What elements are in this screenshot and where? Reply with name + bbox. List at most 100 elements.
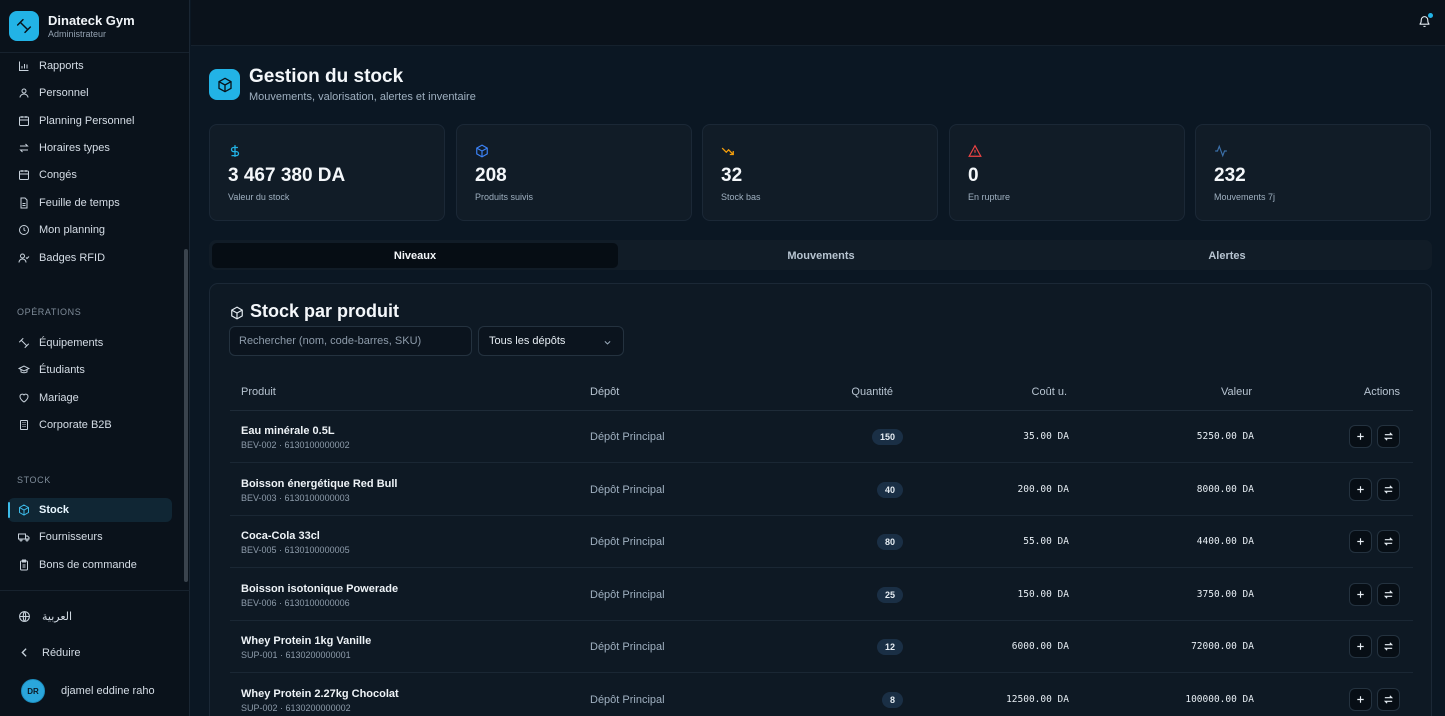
card-title: Stock par produit (250, 301, 400, 321)
sidebar-item-conges[interactable]: Congés (8, 163, 172, 187)
column-header-valeur: Valeur (1221, 386, 1252, 398)
product-sku: BEV-005 · 6130100000005 (241, 545, 350, 555)
tab-niveaux[interactable]: Niveaux (212, 243, 618, 268)
swap-icon (1383, 432, 1394, 441)
sidebar-item-etudiants[interactable]: Étudiants (8, 358, 172, 382)
sidebar-item-mariage[interactable]: Mariage (8, 386, 172, 410)
building-icon (20, 420, 28, 430)
transfer-stock-button[interactable] (1377, 425, 1400, 448)
sidebar-item-personnel[interactable]: Personnel (8, 81, 172, 105)
depot-select[interactable]: Tous les dépôts (478, 326, 624, 356)
add-stock-button[interactable] (1349, 582, 1372, 606)
add-stock-button[interactable] (1349, 425, 1372, 448)
notification-dot (1428, 13, 1433, 18)
collapse-sidebar-button[interactable]: Réduire (18, 646, 81, 659)
product-name: Whey Protein 1kg Vanille (241, 635, 372, 647)
swap-icon (1383, 589, 1394, 599)
sidebar-item-label: Congés (39, 169, 77, 181)
tab-mouvements[interactable]: Mouvements (618, 243, 1024, 268)
sidebar-nav: Rapports Personnel Planning Personnel Ho… (0, 53, 190, 590)
heart-icon (19, 393, 29, 403)
column-header-quantite: Quantité (851, 386, 893, 398)
add-stock-button[interactable] (1349, 530, 1372, 553)
product-sku: SUP-001 · 6130200000001 (241, 650, 351, 660)
product-sku: BEV-006 · 6130100000006 (241, 597, 350, 608)
sidebar-item-mon-planning[interactable]: Mon planning (8, 218, 172, 242)
sidebar-scrollbar[interactable] (184, 249, 188, 582)
quantity-badge: 25 (876, 586, 903, 603)
add-stock-button[interactable] (1349, 477, 1372, 501)
dumbbell-icon (9, 11, 39, 41)
trending-down-icon (721, 147, 734, 156)
product-name: Eau minérale 0.5L (241, 425, 335, 437)
sidebar-item-label: Mariage (39, 392, 79, 404)
brand[interactable]: Dinateck Gym Administrateur (0, 0, 189, 53)
swap-icon (1383, 537, 1394, 546)
table-row[interactable]: Coca-Cola 33cl BEV-005 · 6130100000005 Dép… (230, 516, 1413, 568)
plus-icon (1357, 590, 1364, 598)
page-subtitle: Mouvements, valorisation, alertes et inv… (249, 91, 476, 103)
transfer-stock-button[interactable] (1377, 635, 1400, 658)
sidebar-item-bons-de-commande[interactable]: Bons de commande (8, 553, 172, 577)
sidebar-item-equipements[interactable]: Équipements (8, 331, 172, 355)
truck-icon (18, 533, 30, 542)
quantity-badge: 150 (871, 429, 903, 445)
product-name: Coca-Cola 33cl (241, 530, 320, 542)
sidebar-item-stock[interactable]: Stock (8, 498, 172, 522)
product-sku: BEV-002 · 6130100000002 (241, 440, 350, 450)
quantity-badge: 40 (876, 481, 903, 498)
transfer-stock-button[interactable] (1377, 477, 1400, 501)
transfer-stock-button[interactable] (1377, 687, 1400, 711)
table-row[interactable]: Whey Protein 2.27kg Chocolat SUP-002 · 61… (230, 674, 1413, 716)
sidebar-item-label: Étudiants (39, 364, 85, 376)
kpi-label: Mouvements 7j (1214, 192, 1276, 202)
product-depot: Dépôt Principal (590, 483, 665, 496)
unit-cost: 12500.00 DA (1006, 693, 1069, 705)
topbar (191, 0, 1445, 46)
kpi-value: 3 467 380 DA (228, 165, 346, 186)
search-input[interactable] (229, 326, 472, 356)
dumbbell-icon (18, 337, 30, 349)
section-label-stock: STOCK (17, 475, 51, 485)
transfer-stock-button[interactable] (1377, 530, 1400, 553)
kpi-label: Stock bas (721, 192, 761, 202)
kpi-label: Valeur du stock (228, 192, 290, 202)
transfer-stock-button[interactable] (1377, 582, 1400, 606)
table-row[interactable]: Whey Protein 1kg Vanille SUP-001 · 613020… (230, 621, 1413, 673)
table-row[interactable]: Eau minérale 0.5L BEV-002 · 6130100000002… (230, 411, 1413, 463)
sidebar-item-label: Mon planning (39, 224, 106, 236)
sidebar-item-badges-rfid[interactable]: Badges RFID (8, 246, 172, 270)
table-row[interactable]: Boisson énergétique Red Bull BEV-003 · 61… (230, 464, 1413, 516)
calendar-icon (19, 170, 29, 180)
sidebar-item-rapports[interactable]: Rapports (8, 54, 172, 78)
swap-icon (1383, 484, 1394, 494)
kpi-card-mouvements-7j: 232 Mouvements 7j (1195, 124, 1431, 221)
unit-cost: 150.00 DA (1017, 588, 1069, 600)
sidebar-item-label: Planning Personnel (39, 115, 135, 127)
product-depot: Dépôt Principal (590, 588, 665, 601)
kpi-card-en-rupture: 0 En rupture (949, 124, 1185, 221)
stock-value: 100000.00 DA (1185, 693, 1254, 705)
user-profile[interactable]: DR djamel eddine raho (21, 679, 155, 703)
sidebar-item-fournisseurs[interactable]: Fournisseurs (8, 525, 172, 549)
tab-alertes[interactable]: Alertes (1024, 243, 1430, 268)
stock-value: 4400.00 DA (1196, 536, 1254, 547)
stock-value: 3750.00 DA (1196, 588, 1254, 600)
table-row[interactable]: Boisson isotonique Powerade BEV-006 · 613… (230, 569, 1413, 621)
sidebar-item-planning-personnel[interactable]: Planning Personnel (8, 109, 172, 133)
sidebar-item-feuille-de-temps[interactable]: Feuille de temps (8, 191, 172, 215)
product-depot: Dépôt Principal (590, 641, 665, 653)
alert-triangle-icon (968, 144, 982, 157)
kpi-value: 232 (1214, 165, 1246, 186)
tab-bar: Niveaux Mouvements Alertes (209, 240, 1432, 270)
quantity-badge: 80 (876, 534, 903, 550)
box-icon (19, 504, 29, 516)
add-stock-button[interactable] (1349, 687, 1372, 711)
sidebar-item-corporate-b2b[interactable]: Corporate B2B (8, 413, 172, 437)
sidebar-item-horaires-types[interactable]: Horaires types (8, 136, 172, 160)
add-stock-button[interactable] (1349, 635, 1372, 658)
language-switch[interactable]: العربية (18, 610, 72, 623)
stock-value: 8000.00 DA (1196, 483, 1254, 495)
swap-icon (1383, 694, 1394, 704)
kpi-card-produits-suivis: 208 Produits suivis (456, 124, 692, 221)
